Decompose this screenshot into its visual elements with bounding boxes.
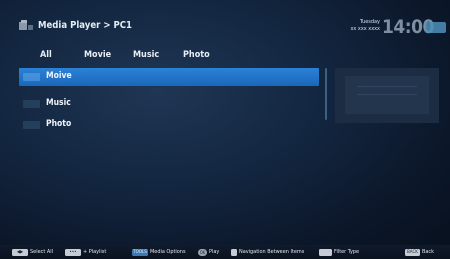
back-key-icon: BACK	[405, 248, 420, 256]
header: Media Player > PC1 Tuesday xx xxx xxxx 1…	[0, 0, 450, 46]
preview-line	[357, 94, 417, 95]
tab-music[interactable]: Music	[133, 50, 159, 60]
leftright-key-icon	[319, 248, 332, 256]
list-item-label: Photo	[46, 119, 72, 129]
tab-movie[interactable]: Movie	[84, 50, 111, 60]
status-badge	[425, 22, 446, 33]
tools-key-icon: TOOLS	[132, 248, 148, 256]
list-item-label: Music	[46, 98, 71, 108]
updown-key-icon	[231, 248, 237, 256]
footer-play[interactable]: OK Play	[198, 248, 219, 257]
preview-line	[357, 86, 417, 87]
list-item-music[interactable]: Music	[19, 95, 319, 113]
list-item-movie[interactable]: Moive	[19, 68, 319, 86]
arrow-keys-icon: ◀▶	[12, 248, 28, 256]
footer-help-bar: ◀▶ Select All ••• + Playlist TOOLS Media Op…	[0, 245, 450, 259]
tab-photo[interactable]: Photo	[183, 50, 210, 60]
preview-pane	[335, 68, 439, 123]
day-label: Tuesday	[359, 19, 380, 25]
ok-key-icon: OK	[198, 248, 207, 256]
breadcrumb: Media Player > PC1	[38, 20, 132, 31]
footer-filter-type[interactable]: Filter Type	[319, 248, 359, 257]
content-list: Moive Music Photo	[19, 68, 324, 236]
movie-folder-icon	[23, 73, 40, 81]
date-label: xx xxx xxxx	[350, 26, 381, 32]
footer-playlist[interactable]: ••• + Playlist	[65, 248, 106, 257]
footer-navigation[interactable]: Navigation Between Items	[231, 248, 304, 257]
media-player-screen: Media Player > PC1 Tuesday xx xxx xxxx 1…	[0, 0, 450, 259]
tab-all[interactable]: All	[40, 50, 52, 60]
media-folder-icon	[19, 20, 33, 30]
playlist-key-icon: •••	[65, 248, 81, 256]
music-folder-icon	[23, 100, 40, 108]
list-item-label: Moive	[46, 71, 72, 81]
list-item-photo[interactable]: Photo	[19, 116, 319, 134]
footer-back[interactable]: BACK Back	[405, 248, 434, 257]
footer-select-all[interactable]: ◀▶ Select All	[12, 248, 53, 257]
date-display: Tuesday xx xxx xxxx	[336, 19, 381, 33]
preview-thumbnail	[345, 76, 429, 114]
footer-media-options[interactable]: TOOLS Media Options	[132, 248, 186, 257]
scrollbar[interactable]	[325, 68, 327, 120]
photo-folder-icon	[23, 121, 40, 129]
